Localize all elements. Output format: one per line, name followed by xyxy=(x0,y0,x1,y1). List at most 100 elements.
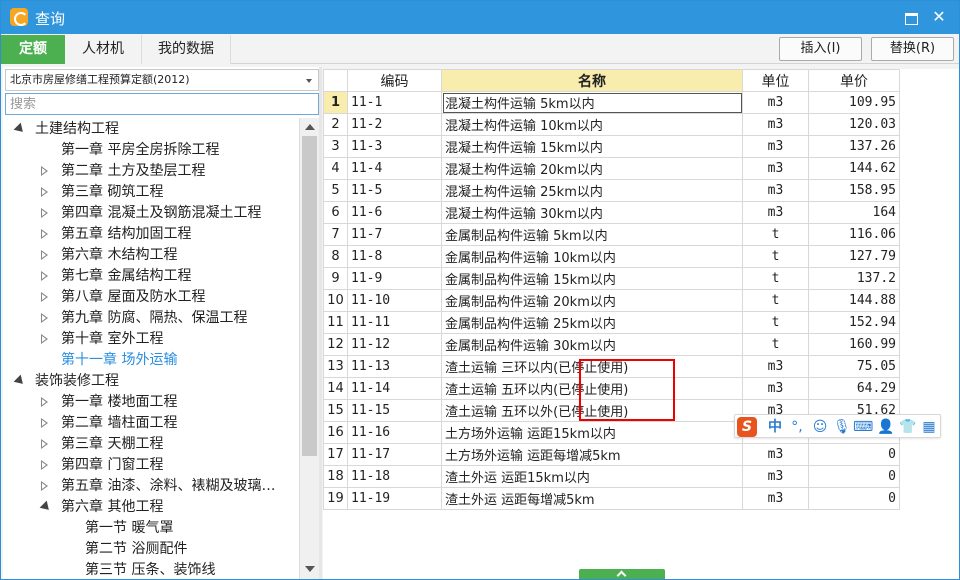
row-number[interactable]: 16 xyxy=(323,421,348,444)
cell-code[interactable]: 11-13 xyxy=(347,355,442,378)
collapsed-arrow-icon[interactable] xyxy=(41,166,48,176)
library-select[interactable]: 北京市房屋修缮工程预算定额(2012) xyxy=(5,69,319,91)
cell-name[interactable]: 金属制品构件运输 20km以内 xyxy=(441,289,743,312)
cell-price[interactable]: 152.94 xyxy=(808,311,900,334)
tab-labor-material-machine[interactable]: 人材机 xyxy=(65,35,142,64)
row-number[interactable]: 9 xyxy=(323,267,348,290)
cell-unit[interactable]: m3 xyxy=(742,157,809,180)
cell-unit[interactable]: m3 xyxy=(742,377,809,400)
microphone-icon[interactable]: 🎙 xyxy=(833,417,851,437)
cell-unit[interactable]: m3 xyxy=(742,179,809,202)
close-icon[interactable]: ✕ xyxy=(929,7,949,27)
cell-code[interactable]: 11-16 xyxy=(347,421,442,444)
cell-unit[interactable]: m3 xyxy=(742,487,809,510)
tab-my-data[interactable]: 我的数据 xyxy=(142,35,231,64)
cell-name[interactable]: 金属制品构件运输 25km以内 xyxy=(441,311,743,334)
cell-unit[interactable]: m3 xyxy=(742,91,809,114)
cell-name[interactable]: 土方场外运输 运距每增减5km xyxy=(441,443,743,466)
cell-price[interactable]: 144.62 xyxy=(808,157,900,180)
panel-splitter[interactable] xyxy=(319,67,322,579)
collapsed-arrow-icon[interactable] xyxy=(41,397,48,407)
cell-unit[interactable]: t xyxy=(742,267,809,290)
cell-code[interactable]: 11-6 xyxy=(347,201,442,224)
cell-unit[interactable]: m3 xyxy=(742,113,809,136)
tab-quota[interactable]: 定额 xyxy=(1,35,65,64)
cell-code[interactable]: 11-18 xyxy=(347,465,442,488)
toolbox-icon[interactable]: ▦ xyxy=(921,417,937,437)
punctuation-icon[interactable]: °, xyxy=(789,417,805,437)
row-number[interactable]: 6 xyxy=(323,201,348,224)
cell-name[interactable]: 渣土外运 运距15km以内 xyxy=(441,465,743,488)
cell-name[interactable]: 金属制品构件运输 10km以内 xyxy=(441,245,743,268)
tree-scrollbar[interactable] xyxy=(299,118,319,579)
cell-code[interactable]: 11-14 xyxy=(347,377,442,400)
cell-unit[interactable]: t xyxy=(742,289,809,312)
cell-price[interactable]: 158.95 xyxy=(808,179,900,202)
column-header-code[interactable]: 编码 xyxy=(347,69,442,92)
cell-code[interactable]: 11-1 xyxy=(347,91,442,114)
cell-code[interactable]: 11-15 xyxy=(347,399,442,422)
expand-up-handle[interactable] xyxy=(579,569,665,579)
cell-unit[interactable]: t xyxy=(742,245,809,268)
row-number[interactable]: 5 xyxy=(323,179,348,202)
collapsed-arrow-icon[interactable] xyxy=(41,334,48,344)
insert-button[interactable]: 插入(I) xyxy=(779,37,862,61)
table-row[interactable]: 4 11-4 混凝土构件运输 20km以内 m3 144.62 xyxy=(323,157,900,180)
cell-unit[interactable]: t xyxy=(742,311,809,334)
cell-code[interactable]: 11-4 xyxy=(347,157,442,180)
collapsed-arrow-icon[interactable] xyxy=(41,481,48,491)
collapsed-arrow-icon[interactable] xyxy=(41,271,48,281)
row-number[interactable]: 15 xyxy=(323,399,348,422)
expanded-arrow-icon[interactable] xyxy=(13,374,27,388)
table-row[interactable]: 11 11-11 金属制品构件运输 25km以内 t 152.94 xyxy=(323,311,900,334)
row-number[interactable]: 8 xyxy=(323,245,348,268)
cell-price[interactable]: 109.95 xyxy=(808,91,900,114)
minimize-icon[interactable] xyxy=(901,7,921,27)
cell-name[interactable]: 土方场外运输 运距15km以内 xyxy=(441,421,743,444)
table-row[interactable]: 2 11-2 混凝土构件运输 10km以内 m3 120.03 xyxy=(323,113,900,136)
emoji-icon[interactable]: ☺ xyxy=(811,417,829,437)
sogou-logo-icon[interactable]: S xyxy=(737,417,757,437)
row-number[interactable]: 11 xyxy=(323,311,348,334)
cell-name[interactable]: 金属制品构件运输 30km以内 xyxy=(441,333,743,356)
collapsed-arrow-icon[interactable] xyxy=(41,418,48,428)
cell-price[interactable]: 160.99 xyxy=(808,333,900,356)
cell-name[interactable]: 渣土外运 运距每增减5km xyxy=(441,487,743,510)
user-icon[interactable]: 👤 xyxy=(877,417,894,437)
table-row[interactable]: 14 11-14 渣土运输 五环以内(已停止使用) m3 64.29 xyxy=(323,377,900,400)
cell-price[interactable]: 0 xyxy=(808,443,900,466)
collapsed-arrow-icon[interactable] xyxy=(41,460,48,470)
table-row[interactable]: 18 11-18 渣土外运 运距15km以内 m3 0 xyxy=(323,465,900,488)
cell-name[interactable]: 混凝土构件运输 25km以内 xyxy=(441,179,743,202)
cell-code[interactable]: 11-12 xyxy=(347,333,442,356)
expanded-arrow-icon[interactable] xyxy=(39,500,53,514)
cell-unit[interactable]: m3 xyxy=(742,355,809,378)
cell-price[interactable]: 137.2 xyxy=(808,267,900,290)
cell-name[interactable]: 渣土运输 五环以内(已停止使用) xyxy=(441,377,743,400)
table-row[interactable]: 6 11-6 混凝土构件运输 30km以内 m3 164 xyxy=(323,201,900,224)
cell-code[interactable]: 11-3 xyxy=(347,135,442,158)
row-number[interactable]: 12 xyxy=(323,333,348,356)
cell-name[interactable]: 混凝土构件运输 15km以内 xyxy=(441,135,743,158)
scroll-down-icon[interactable] xyxy=(305,566,315,572)
row-number[interactable]: 2 xyxy=(323,113,348,136)
cell-price[interactable]: 116.06 xyxy=(808,223,900,246)
cell-code[interactable]: 11-17 xyxy=(347,443,442,466)
replace-button[interactable]: 替换(R) xyxy=(871,37,954,61)
cell-code[interactable]: 11-7 xyxy=(347,223,442,246)
column-header-unit[interactable]: 单位 xyxy=(742,69,809,92)
row-number[interactable]: 18 xyxy=(323,465,348,488)
row-number[interactable]: 4 xyxy=(323,157,348,180)
collapsed-arrow-icon[interactable] xyxy=(41,439,48,449)
table-row[interactable]: 10 11-10 金属制品构件运输 20km以内 t 144.88 xyxy=(323,289,900,312)
cell-unit[interactable]: m3 xyxy=(742,201,809,224)
cell-unit[interactable]: t xyxy=(742,333,809,356)
table-row[interactable]: 7 11-7 金属制品构件运输 5km以内 t 116.06 xyxy=(323,223,900,246)
skin-icon[interactable]: 👕 xyxy=(899,417,917,437)
collapsed-arrow-icon[interactable] xyxy=(41,208,48,218)
table-row[interactable]: 3 11-3 混凝土构件运输 15km以内 m3 137.26 xyxy=(323,135,900,158)
cell-price[interactable]: 64.29 xyxy=(808,377,900,400)
cell-price[interactable]: 0 xyxy=(808,487,900,510)
row-number[interactable]: 17 xyxy=(323,443,348,466)
collapsed-arrow-icon[interactable] xyxy=(41,229,48,239)
